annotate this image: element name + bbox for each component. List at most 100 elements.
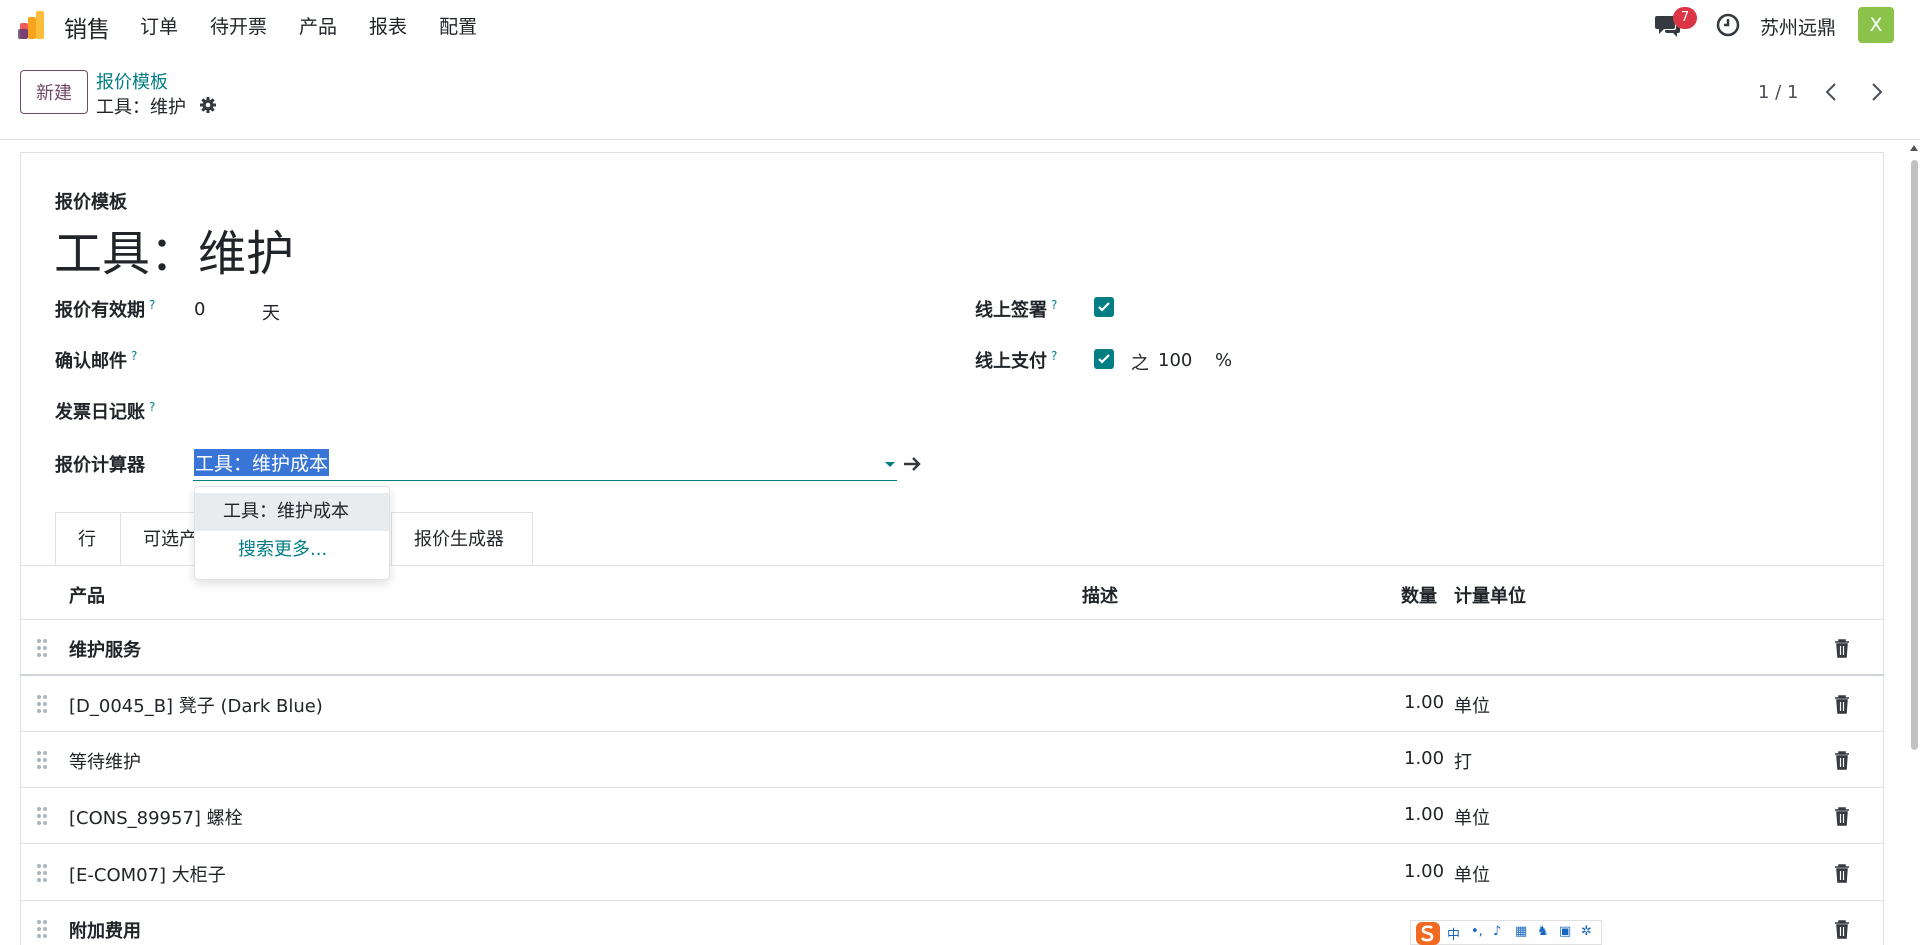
caret-down-icon[interactable] bbox=[884, 461, 896, 469]
tab-lines[interactable]: 行 bbox=[55, 512, 121, 566]
ime-skin-icon[interactable]: ♞ bbox=[1537, 924, 1549, 939]
journal-label: 发票日记账? bbox=[55, 400, 156, 423]
ime-toolbar: 中 •, ♪ ▦ ♞ ▣ ✲ bbox=[1410, 920, 1602, 945]
menu-reporting[interactable]: 报表 bbox=[369, 12, 407, 39]
sogou-logo-icon[interactable] bbox=[1415, 921, 1441, 945]
drag-handle-icon[interactable] bbox=[36, 919, 48, 939]
table-row[interactable]: [D_0045_B] 凳子 (Dark Blue) 1.00 单位 bbox=[20, 676, 1884, 732]
drag-handle-icon[interactable] bbox=[36, 638, 48, 658]
line-product: [E-COM07] 大柜子 bbox=[69, 865, 226, 886]
check-icon bbox=[1098, 354, 1110, 364]
signature-checkbox[interactable] bbox=[1094, 297, 1114, 317]
menu-configuration[interactable]: 配置 bbox=[439, 12, 477, 39]
breadcrumb-current: 工具：维护 bbox=[96, 97, 186, 118]
trash-icon[interactable] bbox=[1833, 750, 1851, 770]
chevron-left-icon[interactable] bbox=[1820, 80, 1844, 104]
payment-prefix: 之 bbox=[1131, 353, 1149, 374]
payment-checkbox[interactable] bbox=[1094, 349, 1114, 369]
line-uom: 打 bbox=[1454, 752, 1472, 773]
table-row[interactable]: 附加费用 bbox=[20, 901, 1884, 945]
validity-unit: 天 bbox=[262, 303, 280, 324]
section-name: 附加费用 bbox=[69, 921, 141, 942]
help-icon[interactable]: ? bbox=[1051, 298, 1057, 312]
user-avatar[interactable]: X bbox=[1858, 7, 1894, 43]
page-scrollbar[interactable] bbox=[1908, 140, 1920, 945]
line-uom: 单位 bbox=[1454, 865, 1490, 886]
trash-icon[interactable] bbox=[1833, 919, 1851, 939]
top-navbar: 销售 订单 待开票 产品 报表 配置 7 苏州远鼎 X bbox=[0, 0, 1920, 52]
pager-value[interactable]: 1 / 1 bbox=[1758, 82, 1798, 103]
chat-badge: 7 bbox=[1673, 7, 1697, 29]
drag-handle-icon[interactable] bbox=[36, 863, 48, 883]
line-quantity: 1.00 bbox=[1404, 692, 1445, 713]
table-row[interactable]: [CONS_89957] 螺栓 1.00 单位 bbox=[20, 788, 1884, 844]
validity-input[interactable]: 0 bbox=[194, 299, 205, 320]
line-quantity: 1.00 bbox=[1404, 804, 1445, 825]
record-title[interactable]: 工具：维护 bbox=[54, 214, 294, 284]
payment-unit: % bbox=[1215, 350, 1233, 371]
help-icon[interactable]: ? bbox=[149, 400, 155, 414]
ime-toolbox-icon[interactable]: ▣ bbox=[1559, 924, 1571, 939]
table-row[interactable]: [E-COM07] 大柜子 1.00 单位 bbox=[20, 845, 1884, 901]
sales-app-icon[interactable] bbox=[18, 9, 52, 41]
breadcrumb-parent[interactable]: 报价模板 bbox=[96, 68, 168, 94]
menu-products[interactable]: 产品 bbox=[299, 12, 337, 39]
ime-settings-icon[interactable]: ✲ bbox=[1581, 924, 1592, 939]
column-description[interactable]: 描述 bbox=[1082, 582, 1118, 608]
column-product[interactable]: 产品 bbox=[69, 582, 105, 608]
gear-icon[interactable] bbox=[199, 96, 217, 114]
confirm-mail-label: 确认邮件? bbox=[55, 349, 138, 372]
autocomplete-dropdown: 工具：维护成本 搜索更多... bbox=[194, 486, 390, 580]
calculator-label: 报价计算器 bbox=[55, 455, 145, 476]
help-icon[interactable]: ? bbox=[149, 298, 155, 312]
payment-label: 线上支付? bbox=[975, 349, 1058, 372]
column-quantity[interactable]: 数量 bbox=[1401, 582, 1437, 608]
column-uom[interactable]: 计量单位 bbox=[1454, 582, 1526, 608]
check-icon bbox=[1098, 302, 1110, 312]
scroll-thumb[interactable] bbox=[1911, 160, 1918, 750]
trash-icon[interactable] bbox=[1833, 863, 1851, 883]
help-icon[interactable]: ? bbox=[131, 349, 137, 363]
ime-chinese-mode[interactable]: 中 bbox=[1447, 924, 1460, 943]
ime-keyboard-icon[interactable]: ▦ bbox=[1515, 924, 1527, 939]
line-product: 等待维护 bbox=[69, 752, 141, 773]
trash-icon[interactable] bbox=[1833, 806, 1851, 826]
menu-to-invoice[interactable]: 待开票 bbox=[210, 12, 267, 39]
table-row[interactable]: 维护服务 bbox=[20, 620, 1884, 676]
control-panel: 新建 报价模板 工具：维护 1 / 1 bbox=[0, 60, 1920, 140]
trash-icon[interactable] bbox=[1833, 638, 1851, 658]
table-row[interactable]: 等待维护 1.00 打 bbox=[20, 732, 1884, 788]
drag-handle-icon[interactable] bbox=[36, 694, 48, 714]
line-uom: 单位 bbox=[1454, 696, 1490, 717]
line-uom: 单位 bbox=[1454, 808, 1490, 829]
line-product: [D_0045_B] 凳子 (Dark Blue) bbox=[69, 696, 323, 717]
form-small-title: 报价模板 bbox=[55, 192, 127, 213]
menu-orders[interactable]: 订单 bbox=[140, 12, 178, 39]
calculator-input[interactable]: 工具：维护成本 bbox=[193, 447, 897, 481]
tab-quote-builder[interactable]: 报价生成器 bbox=[391, 512, 533, 566]
trash-icon[interactable] bbox=[1833, 694, 1851, 714]
drag-handle-icon[interactable] bbox=[36, 750, 48, 770]
payment-percent-input[interactable]: 100 bbox=[1158, 350, 1192, 371]
line-product: [CONS_89957] 螺栓 bbox=[69, 808, 243, 829]
chevron-right-icon[interactable] bbox=[1864, 80, 1888, 104]
line-quantity: 1.00 bbox=[1404, 861, 1445, 882]
company-switcher[interactable]: 苏州远鼎 bbox=[1760, 13, 1836, 40]
search-more-link[interactable]: 搜索更多... bbox=[195, 531, 389, 569]
new-button[interactable]: 新建 bbox=[20, 70, 88, 114]
drag-handle-icon[interactable] bbox=[36, 806, 48, 826]
section-name: 维护服务 bbox=[69, 640, 141, 661]
activity-clock-icon[interactable] bbox=[1716, 13, 1740, 37]
calculator-input-value: 工具：维护成本 bbox=[194, 449, 330, 476]
validity-label: 报价有效期? bbox=[55, 298, 156, 321]
main-menu: 订单 待开票 产品 报表 配置 bbox=[140, 12, 509, 39]
line-quantity: 1.00 bbox=[1404, 748, 1445, 769]
help-icon[interactable]: ? bbox=[1051, 349, 1057, 363]
arrow-right-icon[interactable] bbox=[902, 454, 924, 474]
signature-label: 线上签署? bbox=[975, 298, 1058, 321]
ime-voice-icon[interactable]: ♪ bbox=[1493, 924, 1501, 939]
dropdown-option[interactable]: 工具：维护成本 bbox=[195, 493, 389, 531]
scroll-up-arrow-icon[interactable] bbox=[1910, 144, 1918, 152]
ime-punctuation-icon[interactable]: •, bbox=[1471, 924, 1483, 939]
app-name[interactable]: 销售 bbox=[64, 10, 110, 44]
